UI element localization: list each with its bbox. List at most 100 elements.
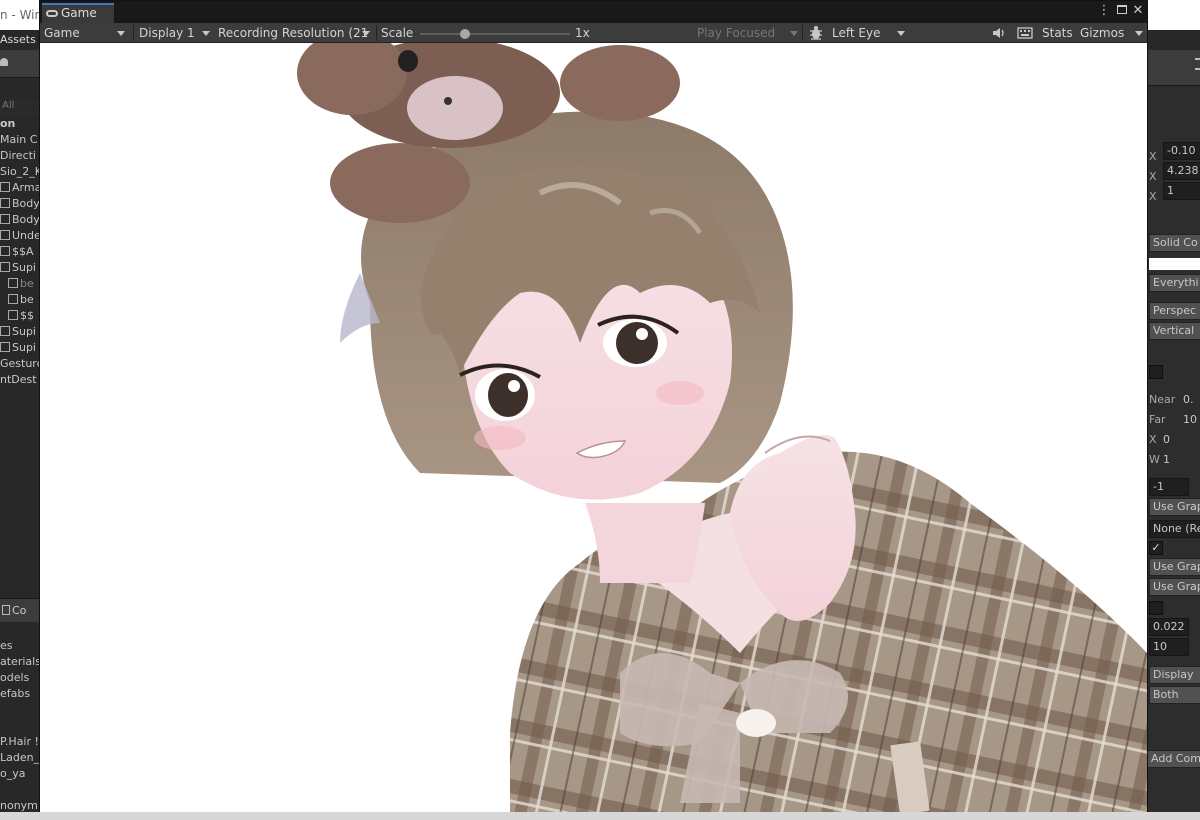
play-mode-dropdown[interactable]: Play Focused — [697, 23, 775, 43]
game-tabbar: Game ⋮ ✕ — [40, 1, 1147, 23]
hierarchy-item[interactable]: $$ — [0, 308, 40, 324]
rotation-field[interactable]: X 4.238 — [1149, 162, 1200, 183]
hdr-dropdown[interactable]: Use Grap — [1149, 558, 1200, 578]
maximize-icon[interactable] — [1115, 4, 1129, 18]
keyboard-icon[interactable] — [1017, 23, 1033, 43]
hierarchy-item[interactable]: Directi — [0, 148, 40, 164]
project-item[interactable]: o_ya — [0, 766, 40, 782]
dynamic-resolution-checkbox[interactable] — [1149, 598, 1200, 618]
culling-mask-dropdown[interactable]: Everythi — [1149, 274, 1200, 294]
target-eye-dropdown[interactable]: Both — [1149, 686, 1200, 706]
hierarchy-item[interactable]: Supi — [0, 260, 40, 276]
project-item[interactable]: aterials — [0, 654, 40, 670]
hierarchy-item-label: Body — [12, 213, 40, 226]
bottom-strip — [0, 812, 1200, 820]
viewport-w-field[interactable]: W1 — [1149, 450, 1200, 470]
viewport-x-field[interactable]: X0 — [1149, 430, 1200, 450]
hierarchy-item[interactable]: Arma — [0, 180, 40, 196]
stats-button[interactable]: Stats — [1042, 23, 1073, 43]
game-viewport[interactable] — [40, 43, 1147, 813]
stereo-separation-field[interactable]: 0.022 — [1149, 618, 1200, 638]
rendering-path-dropdown[interactable]: Use Grap — [1149, 498, 1200, 518]
hierarchy-item[interactable]: on — [0, 116, 40, 132]
hierarchy-item[interactable]: Main C — [0, 132, 40, 148]
display-dropdown[interactable]: Display 1 — [139, 23, 195, 43]
scale-slider[interactable] — [420, 29, 570, 39]
hierarchy-item-label: ntDest — [0, 373, 37, 386]
project-list: es aterials odels efabs P.Hair ! Laden_ o_ya no… — [0, 638, 40, 814]
hierarchy-item-label: Unde — [12, 229, 40, 242]
resolution-dropdown[interactable]: Recording Resolution (21 — [218, 23, 368, 43]
assets-menu[interactable]: Assets — [0, 33, 36, 46]
clear-flags-dropdown[interactable]: Solid Co — [1149, 234, 1200, 254]
chevron-down-icon — [362, 31, 370, 36]
project-tabbar: Co — [0, 598, 40, 622]
hierarchy-item-label: be — [20, 293, 34, 306]
hierarchy-item-label: Supi — [12, 341, 36, 354]
stereo-convergence-field[interactable]: 10 — [1149, 638, 1200, 658]
hierarchy-search[interactable]: All — [0, 100, 40, 116]
console-icon[interactable] — [2, 605, 10, 615]
hierarchy-item[interactable]: Supi — [0, 340, 40, 356]
project-item[interactable] — [0, 718, 40, 734]
scale-field[interactable]: X1 — [1149, 182, 1200, 203]
fov-axis-dropdown[interactable]: Vertical — [1149, 322, 1200, 342]
cube-icon — [8, 278, 18, 288]
project-item[interactable] — [0, 702, 40, 718]
eye-dropdown[interactable]: Left Eye — [832, 23, 880, 43]
hierarchy-item[interactable]: ntDest — [0, 372, 40, 388]
project-item[interactable]: Laden_ — [0, 750, 40, 766]
hierarchy-item-label: $$ — [20, 309, 34, 322]
position-field[interactable]: X -0.10 — [1149, 142, 1200, 163]
tab-console[interactable]: Co — [12, 604, 26, 617]
speaker-icon[interactable] — [992, 23, 1006, 43]
chevron-down-icon — [790, 31, 798, 36]
chevron-down-icon — [897, 31, 905, 36]
tab-game[interactable]: Game — [42, 3, 114, 23]
hierarchy-item[interactable]: be — [0, 292, 40, 308]
hierarchy-item[interactable]: $$A — [0, 244, 40, 260]
hierarchy-item[interactable]: Gesture — [0, 356, 40, 372]
cube-icon — [0, 342, 10, 352]
kebab-menu-icon[interactable]: ⋮ — [1097, 4, 1111, 18]
hierarchy-item[interactable]: Supi — [0, 324, 40, 340]
projection-dropdown[interactable]: Perspec — [1149, 302, 1200, 322]
near-clip-field[interactable]: Near 0. — [1149, 390, 1200, 410]
project-item[interactable]: es — [0, 638, 40, 654]
background-color-swatch[interactable] — [1149, 254, 1200, 274]
bug-icon[interactable] — [808, 23, 824, 43]
msaa-dropdown[interactable]: Use Grap — [1149, 578, 1200, 598]
target-texture-field[interactable]: None (Re — [1149, 520, 1200, 540]
view-mode-dropdown[interactable]: Game — [44, 23, 80, 43]
depth-field[interactable]: -1 — [1149, 478, 1200, 498]
hierarchy-item-label: Main C — [0, 133, 38, 146]
project-item[interactable]: efabs — [0, 686, 40, 702]
scale-value: 1x — [575, 26, 590, 40]
scale-slider-thumb[interactable] — [460, 29, 470, 39]
cube-icon — [8, 294, 18, 304]
far-clip-field[interactable]: Far 10 — [1149, 410, 1200, 430]
physical-camera-checkbox[interactable] — [1149, 362, 1200, 382]
hierarchy-item[interactable]: be — [0, 276, 40, 292]
hierarchy-item[interactable]: Body — [0, 196, 40, 212]
close-icon[interactable]: ✕ — [1131, 4, 1145, 18]
project-item[interactable]: odels — [0, 670, 40, 686]
occlusion-culling-checkbox[interactable]: ✓ — [1149, 538, 1200, 558]
hierarchy-item[interactable]: Body — [0, 212, 40, 228]
hierarchy-item[interactable]: Sio_2_K — [0, 164, 40, 180]
chevron-down-icon — [117, 31, 125, 36]
menu-icon[interactable] — [1195, 58, 1200, 70]
project-item[interactable] — [0, 782, 40, 798]
hierarchy-item-label: Supi — [12, 325, 36, 338]
cube-icon — [0, 326, 10, 336]
target-display-dropdown[interactable]: Display — [1149, 666, 1200, 686]
toolbar-separator — [133, 25, 134, 41]
hierarchy-item[interactable]: Unde — [0, 228, 40, 244]
cloud-icon[interactable] — [0, 58, 8, 66]
gizmos-button[interactable]: Gizmos — [1080, 23, 1124, 43]
cube-icon — [0, 214, 10, 224]
cube-icon — [0, 230, 10, 240]
project-item[interactable]: P.Hair ! — [0, 734, 40, 750]
add-component-button[interactable]: Add Comp — [1147, 750, 1200, 770]
inspector-panel: X -0.10 X 4.238 X1 Solid Co Everythi Persp… — [1147, 50, 1200, 812]
